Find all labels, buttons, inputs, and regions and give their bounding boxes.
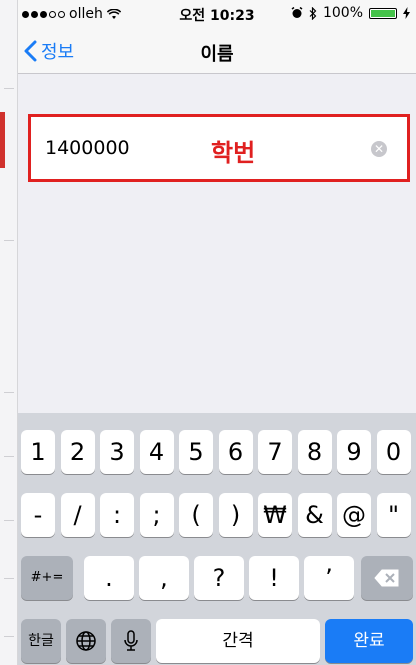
field-annotation: 학번 — [211, 139, 256, 167]
status-right-group: 100% — [291, 5, 410, 21]
name-field-value[interactable]: 1400000 — [45, 137, 130, 159]
punctuation-key[interactable]: ? — [194, 556, 244, 600]
name-field[interactable]: 1400000 학번 ✕ — [28, 114, 410, 182]
alarm-icon — [291, 7, 303, 18]
highlight-mark — [0, 112, 5, 168]
symbol-key[interactable]: " — [376, 493, 411, 537]
symbol-key[interactable]: ₩ — [258, 493, 292, 537]
symbol-key[interactable]: & — [297, 493, 332, 537]
battery-icon — [369, 7, 397, 19]
symbol-key[interactable]: ; — [139, 493, 174, 537]
punctuation-key[interactable]: . — [84, 556, 134, 600]
battery-fill — [371, 9, 395, 17]
delete-key[interactable] — [361, 556, 413, 600]
microphone-icon — [124, 630, 138, 651]
symbol-key[interactable]: @ — [337, 493, 371, 537]
number-key[interactable]: 0 — [376, 430, 411, 474]
divider — [4, 88, 14, 89]
divider — [4, 392, 14, 393]
symbol-key[interactable]: ) — [218, 493, 253, 537]
number-key[interactable]: 5 — [179, 430, 213, 474]
keyboard-row-punctuation: #+= .,?!’ — [18, 556, 416, 600]
number-key[interactable]: 1 — [21, 430, 55, 474]
page-title: 이름 — [200, 44, 234, 65]
divider — [4, 240, 14, 241]
number-key[interactable]: 3 — [100, 430, 134, 474]
keyboard-row-numbers: 1234567890 — [18, 430, 416, 474]
number-key[interactable]: 8 — [297, 430, 332, 474]
navigation-bar: 정보 이름 — [18, 30, 416, 74]
language-key[interactable]: 한글 — [21, 619, 61, 663]
divider — [4, 636, 14, 637]
dictation-key[interactable] — [111, 619, 151, 663]
space-key[interactable]: 간격 — [156, 619, 320, 663]
number-key[interactable]: 4 — [139, 430, 174, 474]
symbol-key[interactable]: ( — [179, 493, 213, 537]
bluetooth-icon — [309, 6, 317, 20]
done-key[interactable]: 완료 — [325, 619, 413, 663]
globe-key[interactable] — [66, 619, 106, 663]
symbol-key[interactable]: / — [60, 493, 95, 537]
keyboard-row-symbols: - /:;() ₩ & @ " — [18, 493, 416, 537]
delete-icon — [374, 569, 399, 587]
punctuation-key[interactable]: , — [139, 556, 189, 600]
symbol-key[interactable]: : — [100, 493, 134, 537]
globe-icon — [76, 631, 96, 651]
previous-screen-edge — [0, 0, 18, 665]
number-key[interactable]: 2 — [60, 430, 95, 474]
punctuation-key[interactable]: ’ — [304, 556, 354, 600]
number-key[interactable]: 6 — [218, 430, 253, 474]
clear-icon[interactable]: ✕ — [371, 141, 387, 157]
divider — [4, 578, 14, 579]
symbols-toggle-key[interactable]: #+= — [21, 556, 73, 600]
number-key[interactable]: 7 — [258, 430, 292, 474]
charging-icon — [403, 7, 410, 19]
status-bar: olleh 오전 10:23 100% — [18, 0, 416, 30]
number-key[interactable]: 9 — [337, 430, 371, 474]
screen: olleh 오전 10:23 100% 정보 이름 1400000 학번 ✕ 1… — [18, 0, 416, 665]
divider — [4, 520, 14, 521]
keyboard-row-bottom: 한글 간격 완료 — [18, 619, 416, 663]
battery-percent: 100% — [322, 5, 363, 21]
divider — [4, 456, 14, 457]
keyboard: 1234567890 -/:;()₩&@" #+= .,?!’ 한글 — [18, 413, 416, 665]
punctuation-key[interactable]: ! — [249, 556, 299, 600]
symbol-key[interactable]: - — [21, 493, 55, 537]
